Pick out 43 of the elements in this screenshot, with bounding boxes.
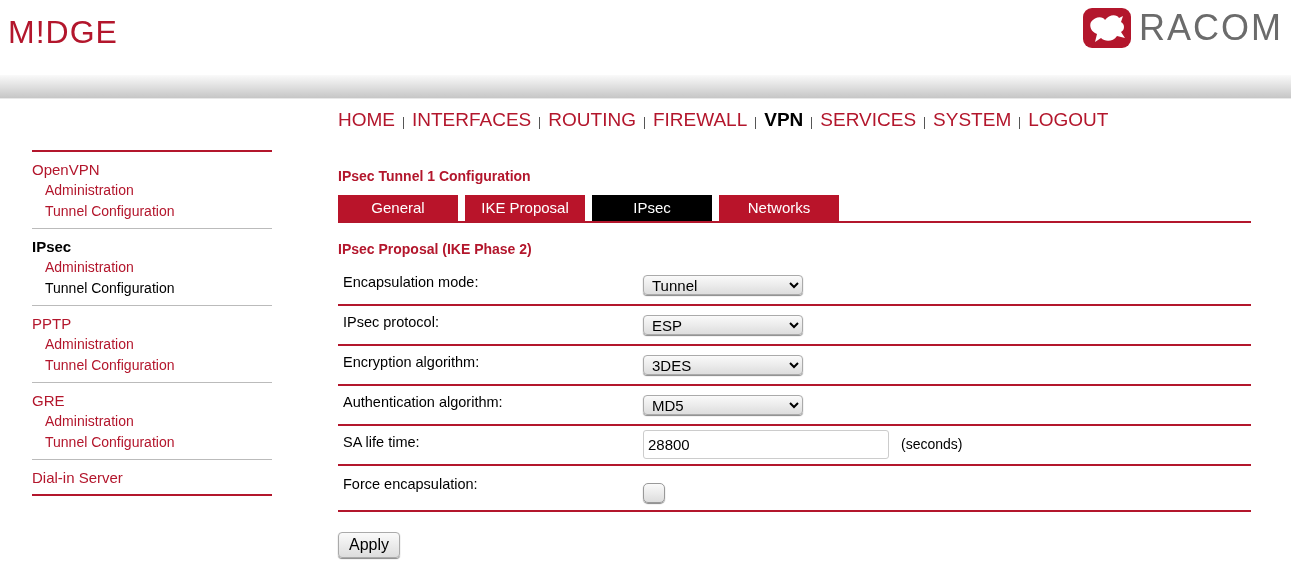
nav-link[interactable]: VPN [756, 109, 812, 132]
nav-link[interactable]: LOGOUT [1020, 109, 1117, 132]
dropdown[interactable]: Tunnel [643, 274, 803, 295]
field-label: Authentication algorithm: [342, 392, 504, 412]
sidebar-heading[interactable]: OpenVPN [32, 159, 100, 180]
sidebar-heading[interactable]: PPTP [32, 313, 72, 334]
sidebar-item[interactable]: Tunnel Configuration [45, 277, 175, 299]
sidebar-heading[interactable]: IPsec [32, 236, 72, 257]
nav-link[interactable]: HOME [330, 109, 403, 132]
sidebar-item[interactable]: Tunnel Configuration [45, 200, 175, 222]
tab[interactable]: IKE Proposal [465, 194, 585, 221]
unit-label: (seconds) [901, 435, 963, 455]
page-title: IPsec Tunnel 1 Configuration [338, 166, 532, 186]
field-label: Encryption algorithm: [342, 352, 481, 372]
sidebar-item[interactable]: Administration [45, 333, 134, 355]
section-title: IPsec Proposal (IKE Phase 2) [338, 239, 533, 259]
sidebar-item[interactable]: Tunnel Configuration [45, 431, 175, 453]
sidebar-item[interactable]: Tunnel Configuration [45, 354, 175, 376]
sidebar-item[interactable]: Administration [45, 256, 134, 278]
tab[interactable]: General [338, 194, 458, 221]
dropdown[interactable]: MD5 [643, 394, 803, 415]
checkbox[interactable] [643, 482, 665, 503]
dropdown[interactable]: 3DES [643, 354, 803, 375]
nav-link[interactable]: ROUTING [540, 109, 644, 132]
dropdown[interactable]: ESP [643, 314, 803, 335]
midge-logo: M!DGE [8, 16, 118, 48]
racom-logo-text: RACOM [1139, 10, 1283, 46]
sidebar-heading[interactable]: GRE [32, 390, 65, 411]
field-label: SA life time: [342, 432, 421, 452]
field-label: Force encapsulation: [342, 474, 479, 494]
field-label: IPsec protocol: [342, 312, 440, 332]
nav-link[interactable]: SERVICES [812, 109, 925, 132]
sidebar-heading[interactable]: Dial-in Server [32, 467, 123, 488]
nav-link[interactable]: INTERFACES [404, 109, 540, 132]
tab[interactable]: Networks [719, 194, 839, 221]
nav-link[interactable]: SYSTEM [925, 109, 1020, 132]
apply-button[interactable]: Apply [338, 531, 401, 558]
nav-link[interactable]: FIREWALL [644, 109, 756, 132]
input-field[interactable]: 28800 [643, 430, 889, 460]
sidebar-item[interactable]: Administration [45, 179, 134, 201]
sidebar-item[interactable]: Administration [45, 410, 134, 432]
field-label: Encapsulation mode: [342, 272, 480, 292]
tab[interactable]: IPsec [592, 194, 712, 221]
